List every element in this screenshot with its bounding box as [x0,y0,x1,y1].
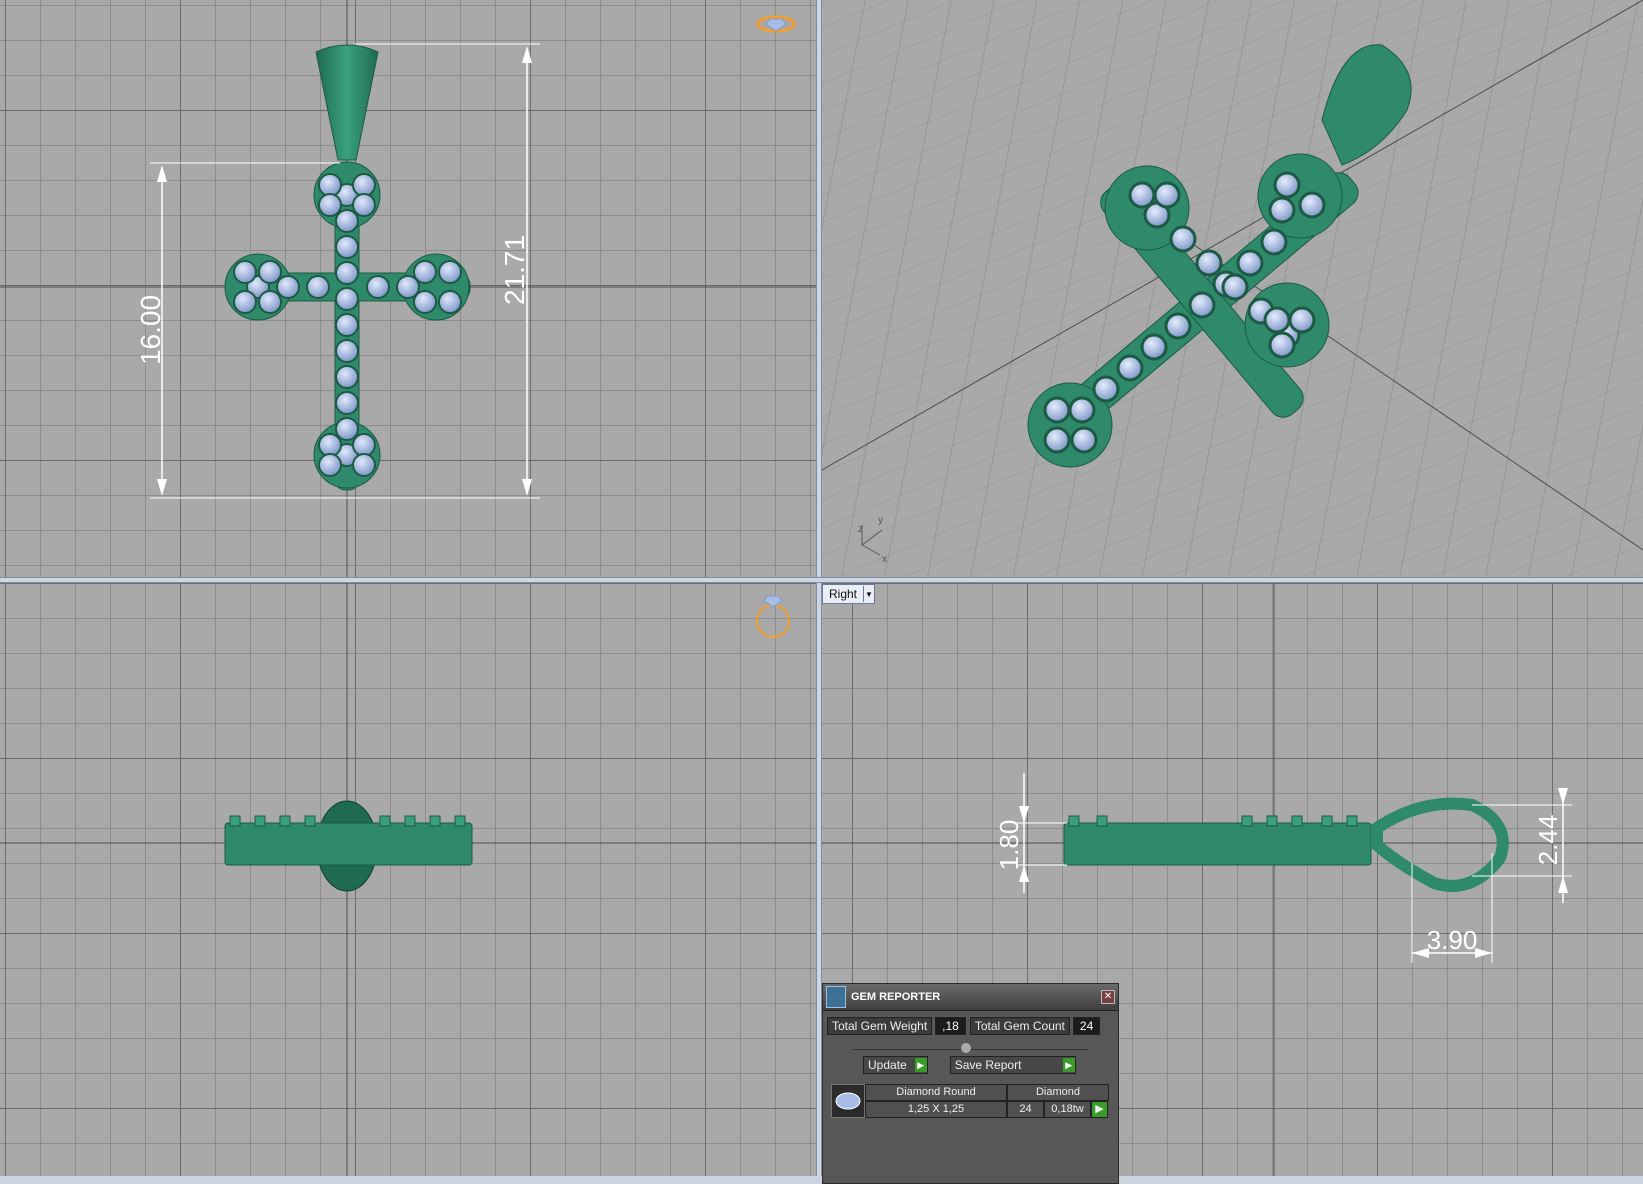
update-button-label: Update [868,1058,907,1072]
dimension-height: 16.00 [135,295,166,365]
play-icon[interactable]: ▶ [1091,1101,1108,1118]
viewport-label-right[interactable]: Right ▼ [822,584,876,604]
axis-x-label: x [882,554,887,565]
total-count-value: 24 [1072,1017,1101,1035]
gem-thumbnail[interactable] [831,1084,865,1118]
total-weight-label: Total Gem Weight [827,1017,933,1035]
gem-reporter-titlebar[interactable]: GEM REPORTER ✕ [823,984,1118,1011]
gem-shape-name: Diamond Round [865,1084,1007,1101]
front-view-drawing [0,583,816,1184]
dimension-thickness: 1.80 [994,820,1024,871]
viewport-top[interactable]: 16.00 21.71 [0,0,816,577]
gem-reporter-panel: GEM REPORTER ✕ Total Gem Weight ,18 Tota… [822,983,1119,1184]
gem-material: Diamond [1007,1084,1109,1101]
play-icon: ▶ [914,1058,927,1072]
gem-view-icon[interactable] [756,15,796,33]
viewport-front[interactable] [0,583,816,1184]
save-report-button-label: Save Report [954,1058,1022,1072]
total-weight-value: ,18 [935,1017,966,1035]
gem-reporter-icon [826,986,846,1008]
viewport-horizontal-divider[interactable] [0,577,1643,583]
update-button[interactable]: Update ▶ [863,1056,928,1074]
gem-weight: 0,18tw [1044,1101,1091,1118]
dropdown-icon[interactable]: ▼ [863,586,874,602]
gem-count: 24 [1007,1101,1044,1118]
perspective-view-drawing: z y x [822,0,1643,577]
dimension-total-height: 21.71 [499,235,530,305]
viewport-label-text: Right [829,587,858,601]
play-icon: ▶ [1062,1058,1075,1072]
dimension-bail-height: 2.44 [1533,815,1563,866]
gem-size: 1,25 X 1,25 [865,1101,1007,1118]
axis-y-label: y [878,515,883,526]
close-icon[interactable]: ✕ [1101,990,1115,1004]
top-view-drawing: 16.00 21.71 [0,0,816,577]
save-report-button[interactable]: Save Report ▶ [949,1056,1076,1074]
dimension-bail-width: 3.90 [1427,925,1478,955]
gem-table: Diamond Round Diamond 1,25 X 1,25 24 0,1… [831,1084,1118,1118]
gem-reporter-title: GEM REPORTER [851,991,941,1003]
buttons-row: Update ▶ Save Report ▶ [823,1054,1118,1076]
axis-z-label: z [858,524,863,535]
total-count-label: Total Gem Count [969,1017,1070,1035]
gem-stones [233,173,462,477]
totals-row: Total Gem Weight ,18 Total Gem Count 24 [823,1015,1118,1037]
splitter-handle[interactable] [961,1043,971,1053]
panel-splitter[interactable] [853,1039,1088,1053]
viewport-perspective[interactable]: z y x [822,0,1643,577]
ring-view-icon[interactable] [756,595,790,638]
